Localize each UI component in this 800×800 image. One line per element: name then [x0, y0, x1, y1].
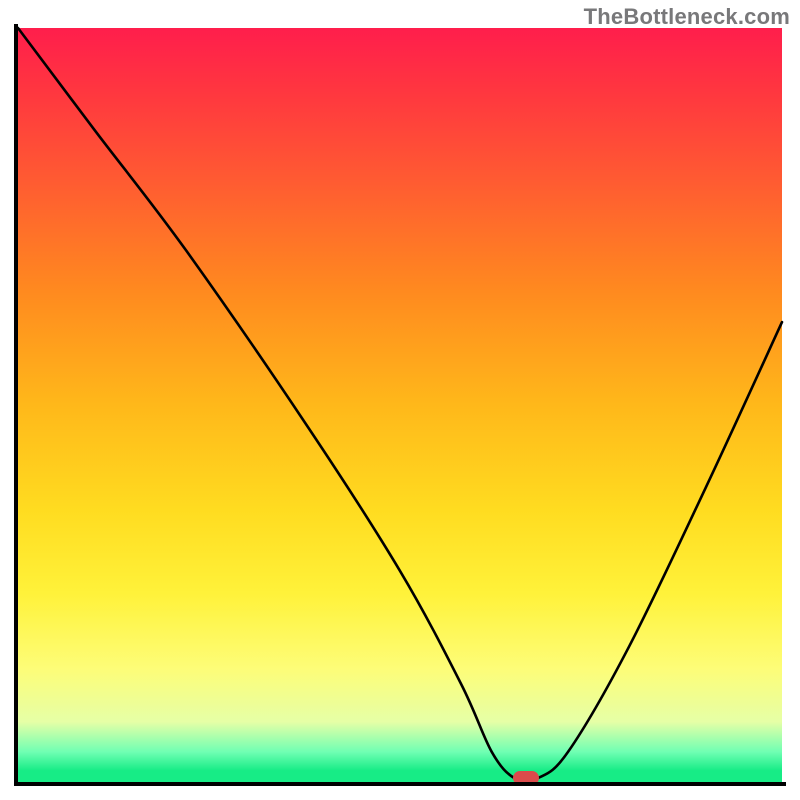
watermark-text: TheBottleneck.com	[584, 4, 790, 30]
x-axis	[14, 782, 786, 786]
bottleneck-chart: TheBottleneck.com	[0, 0, 800, 800]
bottleneck-curve-path	[18, 28, 782, 782]
y-axis	[14, 24, 18, 786]
bottleneck-curve-svg	[18, 28, 782, 782]
